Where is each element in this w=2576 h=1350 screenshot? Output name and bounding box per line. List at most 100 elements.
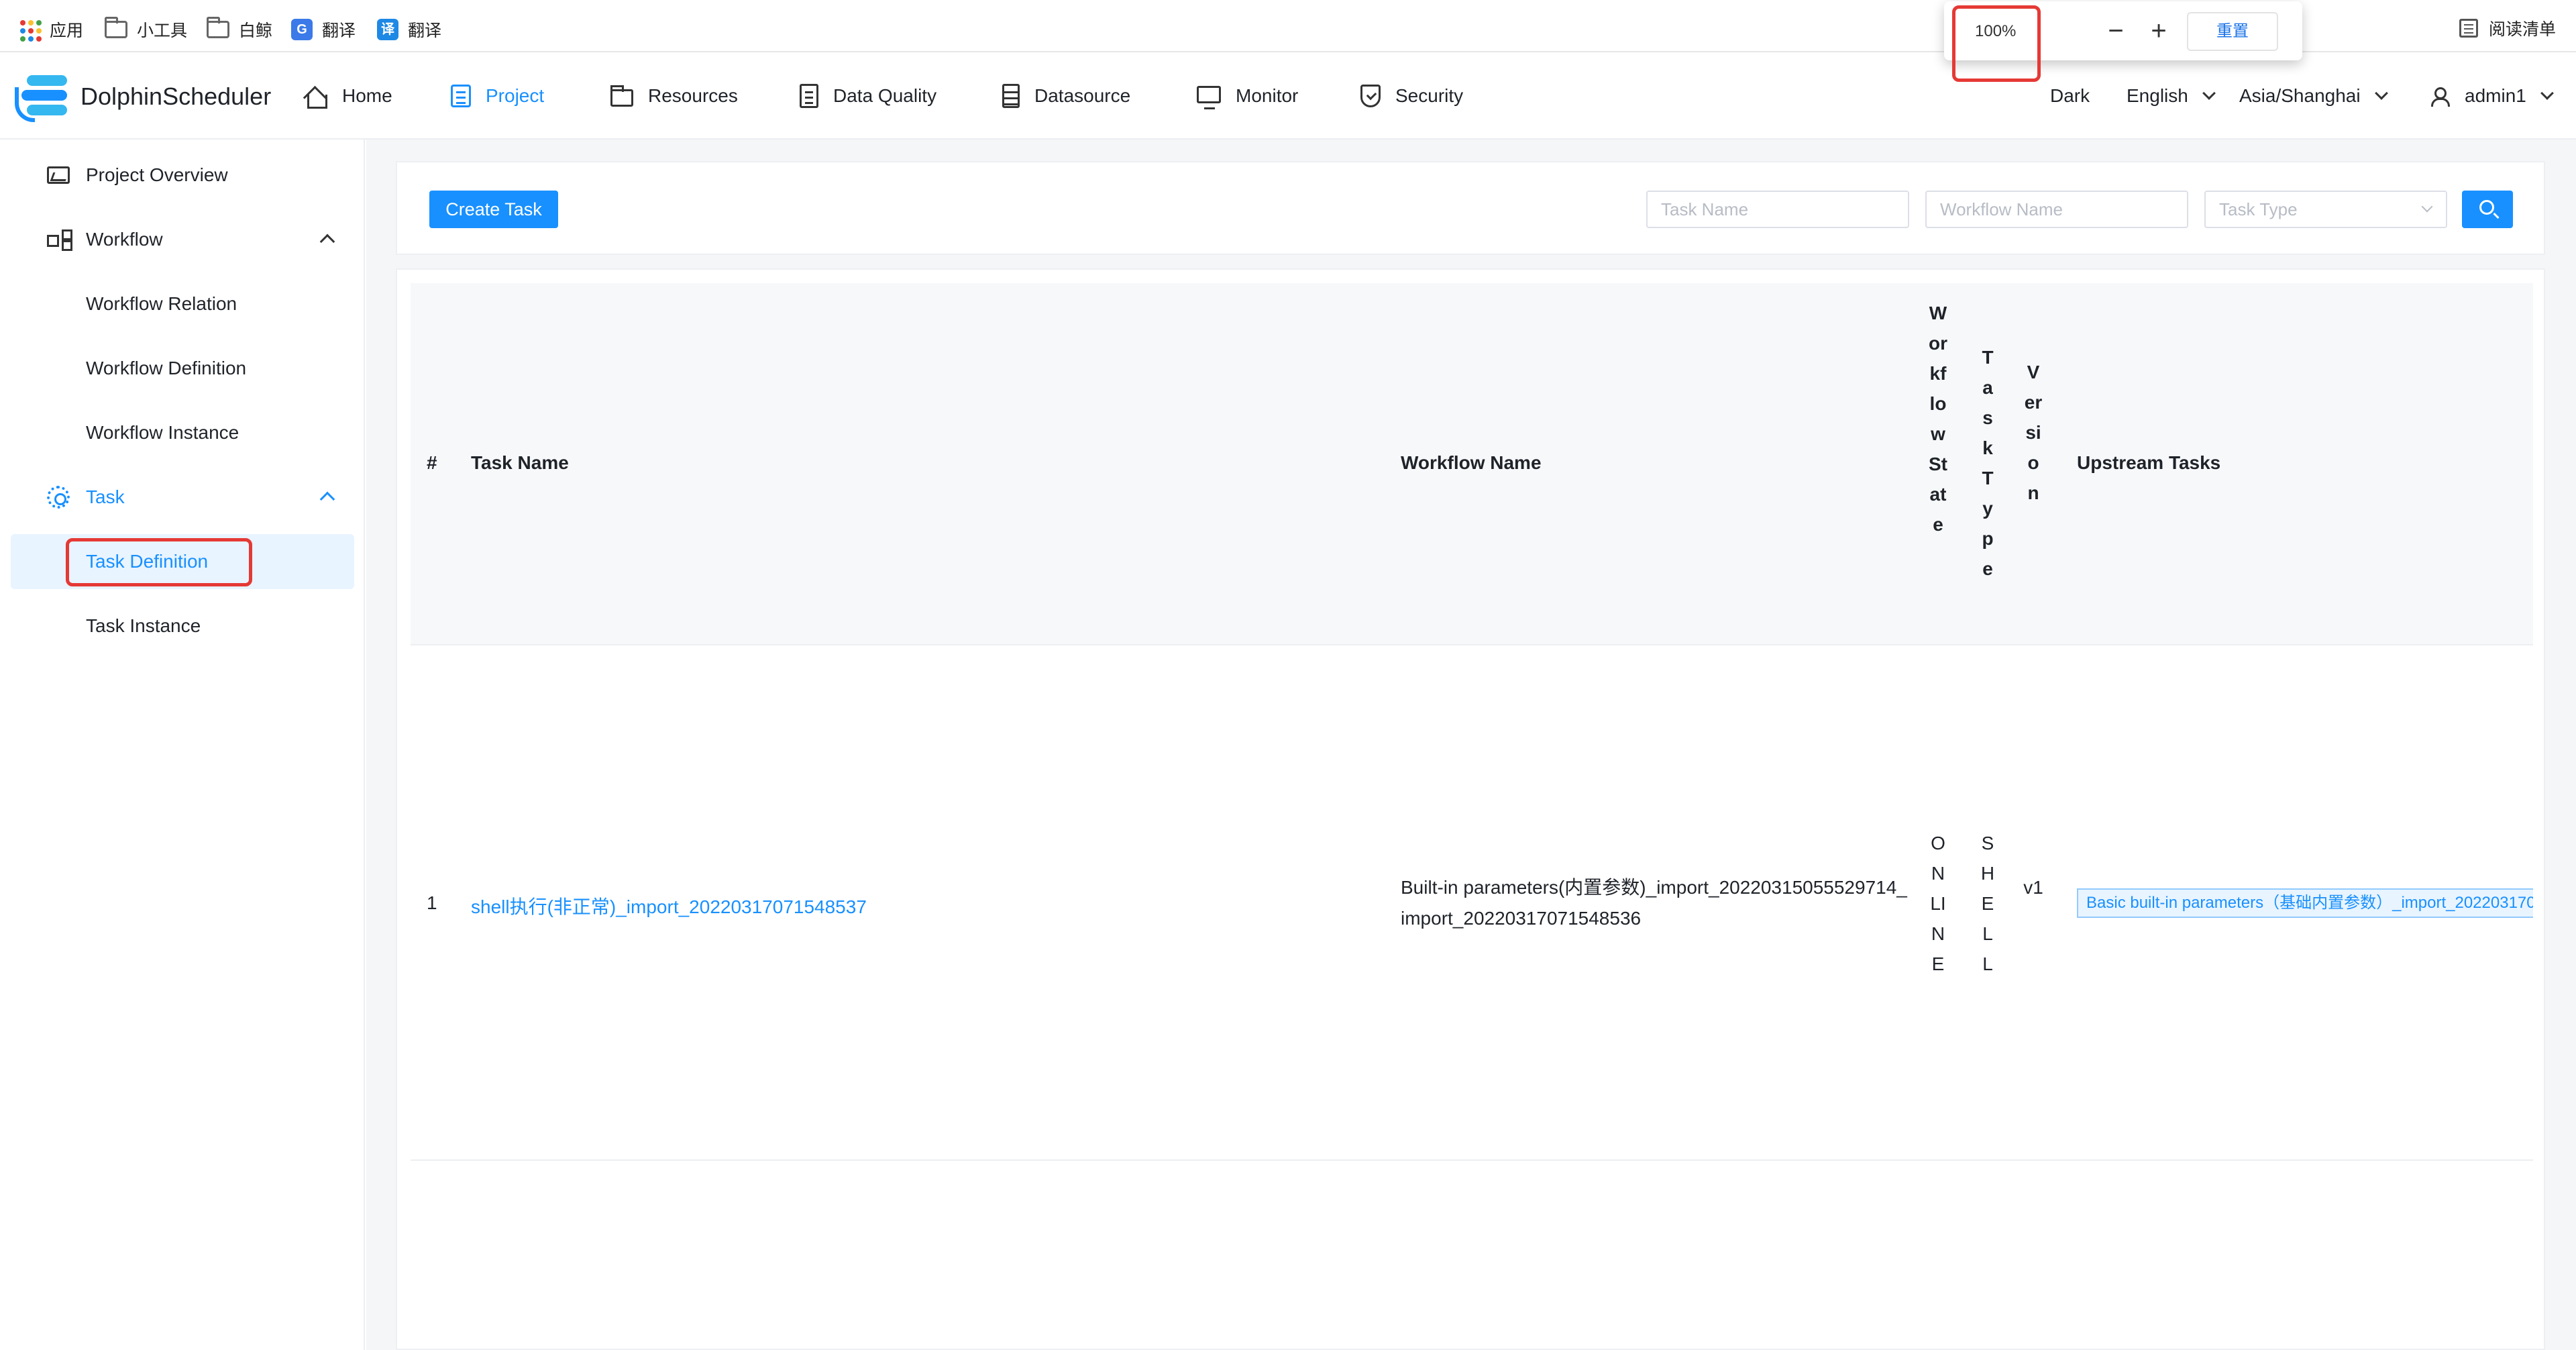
bookmark-apps-label: 应用 bbox=[50, 21, 84, 40]
chevron-up-icon bbox=[319, 491, 335, 507]
sidebar-item-task-instance[interactable]: Task Instance bbox=[0, 599, 365, 654]
zoom-popup: 100% − + 重置 bbox=[1944, 1, 2302, 60]
nav-data-quality[interactable]: Data Quality bbox=[800, 79, 936, 113]
language-select[interactable]: English bbox=[2127, 81, 2216, 111]
bookmark-translate-google[interactable]: G 翻译 bbox=[291, 16, 356, 43]
column-header-workflow-state: WorkflowState bbox=[1929, 303, 1947, 535]
workflow-name-cell: Built-in parameters(内置参数)_import_2022031… bbox=[1401, 877, 1907, 929]
create-task-button[interactable]: Create Task bbox=[429, 191, 558, 228]
user-menu[interactable]: admin1 bbox=[2431, 81, 2554, 111]
upstream-task-tag[interactable]: Basic built-in parameters（基础内置参数）_import… bbox=[2077, 888, 2533, 918]
translate-icon: 译 bbox=[377, 19, 398, 40]
monitor-icon bbox=[1197, 86, 1221, 109]
column-header-version: Version bbox=[2024, 362, 2043, 503]
row-index: 1 bbox=[427, 892, 437, 913]
sidebar: Project Overview Workflow Workflow Relat… bbox=[0, 140, 365, 1350]
zoom-level: 100% bbox=[1975, 22, 2017, 40]
bookmark-tools[interactable]: 小工具 bbox=[105, 16, 187, 43]
chevron-up-icon bbox=[319, 233, 335, 250]
bookmark-whale[interactable]: 白鲸 bbox=[207, 16, 272, 43]
user-name: admin1 bbox=[2465, 85, 2526, 106]
sidebar-item-label: Task Definition bbox=[86, 551, 209, 572]
language-label: English bbox=[2127, 85, 2188, 106]
search-button[interactable] bbox=[2462, 191, 2513, 228]
zoom-out-button[interactable]: − bbox=[2102, 17, 2129, 46]
column-header-task-type: TaskType bbox=[1982, 347, 1994, 579]
gear-icon bbox=[47, 486, 70, 509]
nav-home[interactable]: Home bbox=[303, 79, 392, 113]
search-icon bbox=[2479, 200, 2494, 215]
sidebar-item-workflow[interactable]: Workflow bbox=[0, 212, 365, 267]
folder-icon bbox=[207, 17, 229, 38]
logo[interactable]: DolphinScheduler bbox=[15, 70, 271, 123]
bookmark-tools-label: 小工具 bbox=[137, 21, 188, 40]
task-table: # Task Name Workflow Name WorkflowState … bbox=[396, 268, 2545, 1350]
zoom-in-button[interactable]: + bbox=[2145, 17, 2172, 46]
zoom-reset-button[interactable]: 重置 bbox=[2187, 12, 2278, 51]
theme-toggle[interactable]: Dark bbox=[2050, 81, 2090, 111]
table-header: # Task Name Workflow Name WorkflowState … bbox=[411, 283, 2533, 645]
top-navigation: DolphinScheduler Home Project Resources … bbox=[0, 52, 2576, 140]
nav-monitor[interactable]: Monitor bbox=[1197, 79, 1298, 113]
shield-icon bbox=[1360, 85, 1381, 107]
task-type-select[interactable]: Task Type bbox=[2204, 191, 2447, 228]
nav-data-quality-label: Data Quality bbox=[833, 85, 937, 106]
clipboard-icon bbox=[800, 84, 818, 108]
chevron-down-icon bbox=[2202, 87, 2216, 100]
database-icon bbox=[1002, 84, 1020, 108]
task-type-placeholder: Task Type bbox=[2219, 199, 2298, 219]
workflow-state-cell: ONLINE bbox=[1930, 833, 1946, 974]
chevron-down-icon bbox=[2540, 87, 2554, 100]
dolphin-logo-icon bbox=[15, 70, 74, 123]
nav-home-label: Home bbox=[342, 85, 392, 106]
project-icon bbox=[451, 85, 471, 107]
sidebar-item-label: Task Instance bbox=[86, 615, 201, 636]
nav-project-label: Project bbox=[486, 85, 545, 106]
column-header-index: # bbox=[427, 452, 437, 473]
column-header-task-name: Task Name bbox=[471, 452, 569, 473]
bookmark-apps[interactable]: 应用 bbox=[19, 16, 83, 43]
google-translate-icon: G bbox=[291, 19, 313, 40]
sidebar-item-project-overview[interactable]: Project Overview bbox=[0, 148, 365, 203]
sidebar-item-label: Project Overview bbox=[86, 164, 228, 185]
task-name-link[interactable]: shell执行(非正常)_import_20220317071548537 bbox=[471, 892, 867, 919]
bookmark-translate2-label: 翻译 bbox=[408, 21, 442, 40]
sidebar-item-workflow-instance[interactable]: Workflow Instance bbox=[0, 405, 365, 460]
sidebar-item-label: Workflow Relation bbox=[86, 293, 237, 314]
user-icon bbox=[2431, 87, 2450, 107]
sidebar-item-task-definition[interactable]: Task Definition bbox=[11, 534, 354, 589]
apps-grid-icon bbox=[19, 19, 42, 42]
bookmark-translate-yi[interactable]: 译 翻译 bbox=[377, 16, 441, 43]
workflow-icon bbox=[47, 228, 72, 252]
nav-security[interactable]: Security bbox=[1360, 79, 1463, 113]
sidebar-item-workflow-relation[interactable]: Workflow Relation bbox=[0, 276, 365, 331]
nav-resources[interactable]: Resources bbox=[610, 79, 738, 113]
chart-board-icon bbox=[47, 166, 70, 184]
chevron-down-icon bbox=[2421, 201, 2433, 213]
chevron-down-icon bbox=[2374, 87, 2388, 100]
timezone-select[interactable]: Asia/Shanghai bbox=[2239, 81, 2388, 111]
sidebar-item-workflow-definition[interactable]: Workflow Definition bbox=[0, 341, 365, 396]
sidebar-item-label: Task bbox=[86, 486, 125, 507]
sidebar-item-task[interactable]: Task bbox=[0, 470, 365, 525]
nav-project[interactable]: Project bbox=[451, 79, 544, 113]
bookmark-translate1-label: 翻译 bbox=[322, 21, 356, 40]
task-name-input[interactable] bbox=[1646, 191, 1909, 228]
reading-list-button[interactable]: 阅读清单 bbox=[2459, 16, 2556, 40]
task-type-cell: SHELL bbox=[1980, 833, 1995, 974]
nav-security-label: Security bbox=[1395, 85, 1464, 106]
filter-bar: Create Task Task Type bbox=[396, 161, 2545, 255]
timezone-label: Asia/Shanghai bbox=[2239, 85, 2361, 106]
workflow-name-input[interactable] bbox=[1925, 191, 2188, 228]
reading-list-icon bbox=[2459, 19, 2478, 38]
nav-datasource[interactable]: Datasource bbox=[1002, 79, 1130, 113]
theme-label: Dark bbox=[2050, 85, 2090, 106]
table-row: 1 shell执行(非正常)_import_20220317071548537 … bbox=[411, 647, 2533, 1161]
folder-icon bbox=[105, 17, 127, 38]
sidebar-item-label: Workflow Definition bbox=[86, 358, 247, 378]
folder-icon bbox=[610, 85, 633, 107]
nav-datasource-label: Datasource bbox=[1034, 85, 1131, 106]
sidebar-item-label: Workflow Instance bbox=[86, 422, 239, 443]
nav-monitor-label: Monitor bbox=[1236, 85, 1299, 106]
reading-list-label: 阅读清单 bbox=[2488, 20, 2556, 39]
